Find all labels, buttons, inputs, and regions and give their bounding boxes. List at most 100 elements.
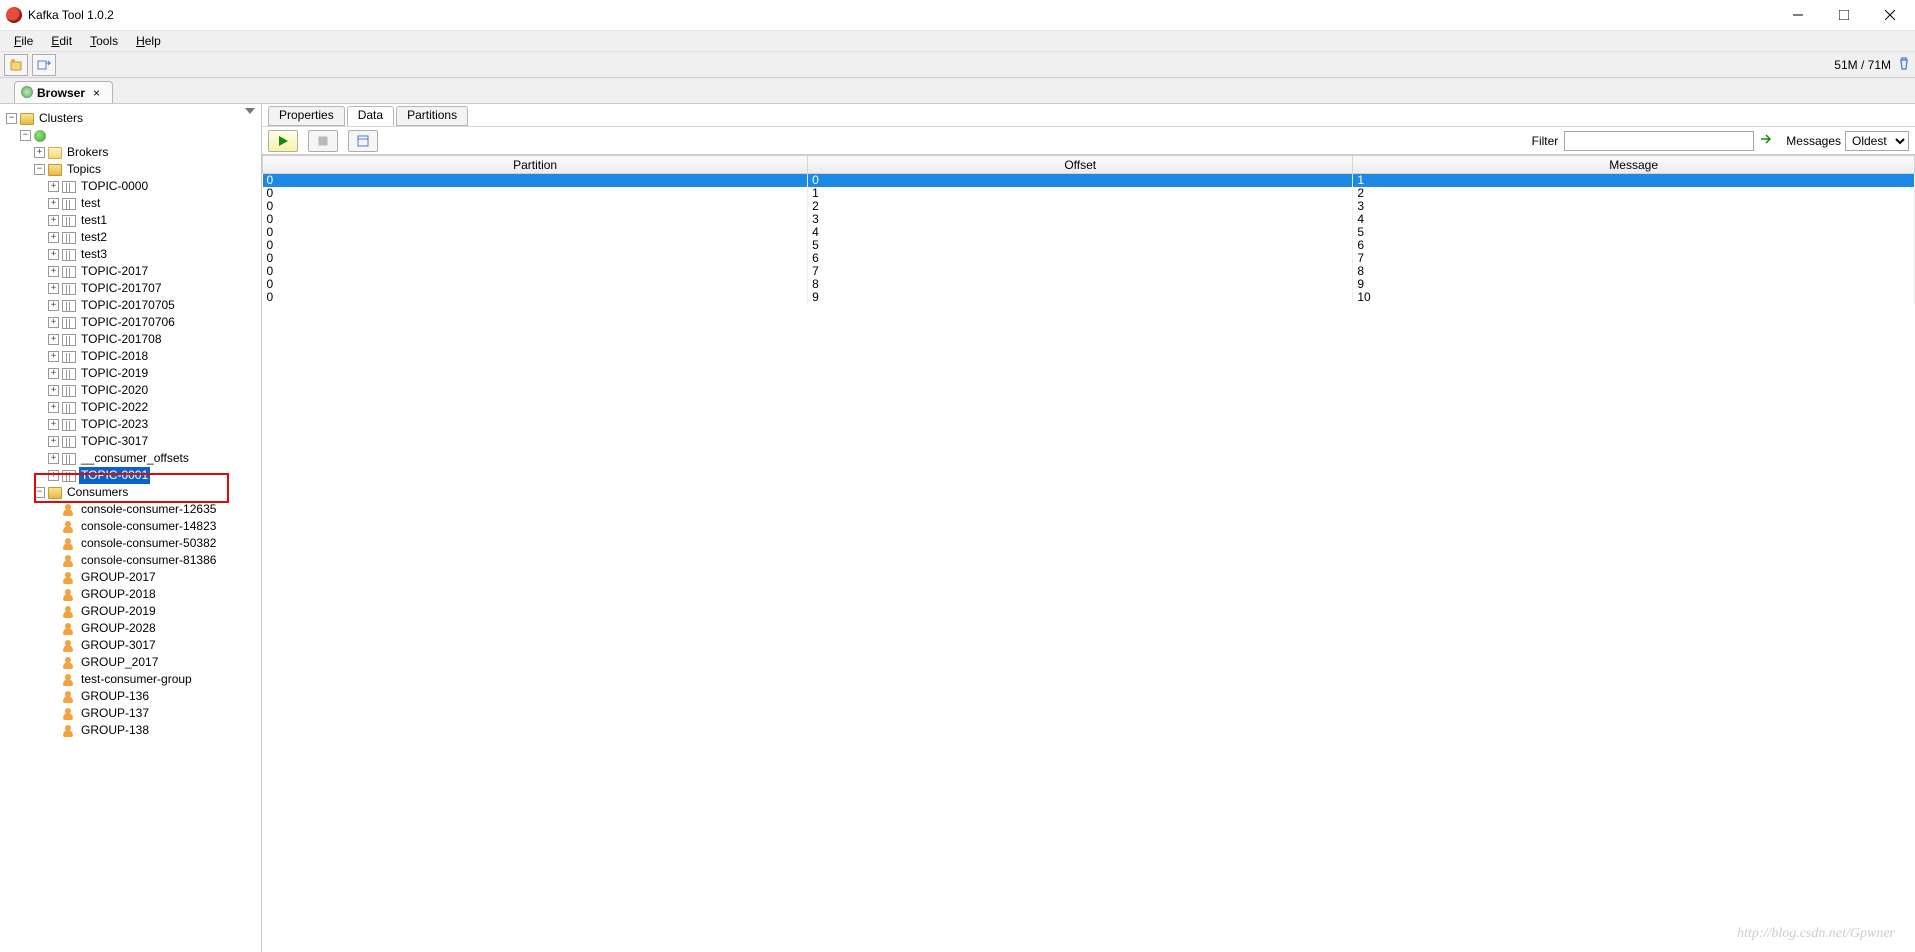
table-row[interactable]: 023 bbox=[263, 200, 1915, 213]
table-row[interactable]: 078 bbox=[263, 265, 1915, 278]
menu-file[interactable]: File bbox=[6, 32, 41, 50]
th-message[interactable]: Message bbox=[1353, 156, 1915, 174]
tree-node[interactable]: console-consumer-14823 bbox=[6, 518, 261, 535]
tree-node[interactable]: GROUP-2019 bbox=[6, 603, 261, 620]
filter-go-icon[interactable] bbox=[1754, 133, 1786, 148]
collapse-arrow-icon[interactable] bbox=[245, 107, 255, 121]
view-button[interactable] bbox=[348, 130, 378, 152]
gc-button[interactable] bbox=[1897, 56, 1911, 73]
expand-icon[interactable]: + bbox=[48, 368, 59, 379]
expand-icon[interactable]: + bbox=[48, 181, 59, 192]
expand-icon[interactable]: + bbox=[48, 249, 59, 260]
close-button[interactable] bbox=[1867, 0, 1913, 30]
cell-offset: 2 bbox=[808, 200, 1353, 213]
tree-node[interactable]: GROUP-2018 bbox=[6, 586, 261, 603]
tree-node[interactable]: +TOPIC-2019 bbox=[6, 365, 261, 382]
tree-node[interactable]: +Brokers bbox=[6, 144, 261, 161]
tree-node[interactable]: −Topics bbox=[6, 161, 261, 178]
tab-partitions[interactable]: Partitions bbox=[396, 106, 468, 126]
tree-node[interactable]: GROUP-2017 bbox=[6, 569, 261, 586]
maximize-button[interactable] bbox=[1821, 0, 1867, 30]
expand-icon[interactable]: + bbox=[48, 470, 59, 481]
tree-node[interactable]: +TOPIC-2022 bbox=[6, 399, 261, 416]
expand-icon[interactable]: + bbox=[48, 453, 59, 464]
tab-close-icon[interactable]: × bbox=[93, 86, 100, 100]
th-offset[interactable]: Offset bbox=[808, 156, 1353, 174]
tree-node[interactable]: +TOPIC-20170706 bbox=[6, 314, 261, 331]
tree-node[interactable]: +test2 bbox=[6, 229, 261, 246]
tree-node[interactable]: +test1 bbox=[6, 212, 261, 229]
tree-node[interactable]: GROUP-136 bbox=[6, 688, 261, 705]
tree-node[interactable]: test-consumer-group bbox=[6, 671, 261, 688]
table-row[interactable]: 0910 bbox=[263, 291, 1915, 304]
tree-node[interactable]: −Consumers bbox=[6, 484, 261, 501]
messages-select[interactable]: Oldest bbox=[1845, 131, 1909, 151]
tab-data[interactable]: Data bbox=[347, 106, 394, 126]
th-partition[interactable]: Partition bbox=[263, 156, 808, 174]
toolbar-button-1[interactable] bbox=[4, 54, 28, 76]
tree-node[interactable]: GROUP-3017 bbox=[6, 637, 261, 654]
expand-icon[interactable]: + bbox=[48, 402, 59, 413]
table-row[interactable]: 067 bbox=[263, 252, 1915, 265]
expand-icon[interactable]: + bbox=[48, 351, 59, 362]
expand-icon[interactable]: + bbox=[48, 198, 59, 209]
filter-input[interactable] bbox=[1564, 131, 1754, 151]
table-row[interactable]: 001 bbox=[263, 174, 1915, 188]
expand-icon[interactable]: + bbox=[48, 419, 59, 430]
table-row[interactable]: 089 bbox=[263, 278, 1915, 291]
table-row[interactable]: 056 bbox=[263, 239, 1915, 252]
tab-properties[interactable]: Properties bbox=[268, 106, 345, 126]
expand-icon[interactable]: − bbox=[34, 164, 45, 175]
expand-icon[interactable]: + bbox=[48, 232, 59, 243]
table-row[interactable]: 045 bbox=[263, 226, 1915, 239]
expand-icon[interactable]: + bbox=[48, 436, 59, 447]
expand-icon[interactable]: + bbox=[48, 334, 59, 345]
tree-node[interactable]: +TOPIC-201707 bbox=[6, 280, 261, 297]
folder-open-icon bbox=[20, 113, 34, 125]
cluster-tree[interactable]: −Clusters−+Brokers−Topics+TOPIC-0000+tes… bbox=[0, 108, 261, 739]
toolbar-button-2[interactable] bbox=[32, 54, 56, 76]
tree-node[interactable]: GROUP_2017 bbox=[6, 654, 261, 671]
tree-node[interactable]: console-consumer-12635 bbox=[6, 501, 261, 518]
expand-icon[interactable]: + bbox=[48, 300, 59, 311]
tree-node[interactable]: −Clusters bbox=[6, 110, 261, 127]
tree-node[interactable]: GROUP-138 bbox=[6, 722, 261, 739]
tree-spacer bbox=[48, 504, 59, 515]
play-button[interactable] bbox=[268, 130, 298, 152]
menu-help[interactable]: Help bbox=[128, 32, 169, 50]
expand-icon[interactable]: − bbox=[20, 130, 31, 141]
tree-node[interactable]: +TOPIC-2020 bbox=[6, 382, 261, 399]
expand-icon[interactable]: + bbox=[34, 147, 45, 158]
tab-browser[interactable]: Browser × bbox=[14, 81, 113, 103]
tree-node[interactable]: − bbox=[6, 127, 261, 144]
tree-node[interactable]: +test bbox=[6, 195, 261, 212]
tree-node[interactable]: +TOPIC-0000 bbox=[6, 178, 261, 195]
table-row[interactable]: 034 bbox=[263, 213, 1915, 226]
minimize-button[interactable] bbox=[1775, 0, 1821, 30]
tree-node[interactable]: +test3 bbox=[6, 246, 261, 263]
expand-icon[interactable]: + bbox=[48, 385, 59, 396]
tree-node[interactable]: +TOPIC-2023 bbox=[6, 416, 261, 433]
tree-node[interactable]: +TOPIC-201708 bbox=[6, 331, 261, 348]
expand-icon[interactable]: + bbox=[48, 317, 59, 328]
tree-node[interactable]: GROUP-2028 bbox=[6, 620, 261, 637]
data-table[interactable]: Partition Offset Message 001012023034045… bbox=[262, 155, 1915, 304]
table-row[interactable]: 012 bbox=[263, 187, 1915, 200]
tree-node[interactable]: +TOPIC-3017 bbox=[6, 433, 261, 450]
tree-node[interactable]: console-consumer-81386 bbox=[6, 552, 261, 569]
tree-node[interactable]: console-consumer-50382 bbox=[6, 535, 261, 552]
expand-icon[interactable]: − bbox=[6, 113, 17, 124]
menu-tools[interactable]: Tools bbox=[82, 32, 126, 50]
stop-button[interactable] bbox=[308, 130, 338, 152]
tree-node[interactable]: +TOPIC-20170705 bbox=[6, 297, 261, 314]
tree-node[interactable]: +__consumer_offsets bbox=[6, 450, 261, 467]
tree-node[interactable]: GROUP-137 bbox=[6, 705, 261, 722]
expand-icon[interactable]: + bbox=[48, 215, 59, 226]
tree-node[interactable]: +TOPIC-2017 bbox=[6, 263, 261, 280]
menu-edit[interactable]: Edit bbox=[43, 32, 80, 50]
tree-node[interactable]: +TOPIC-2018 bbox=[6, 348, 261, 365]
tree-node[interactable]: +TOPIC-0001 bbox=[6, 467, 261, 484]
expand-icon[interactable]: + bbox=[48, 266, 59, 277]
expand-icon[interactable]: − bbox=[34, 487, 45, 498]
expand-icon[interactable]: + bbox=[48, 283, 59, 294]
